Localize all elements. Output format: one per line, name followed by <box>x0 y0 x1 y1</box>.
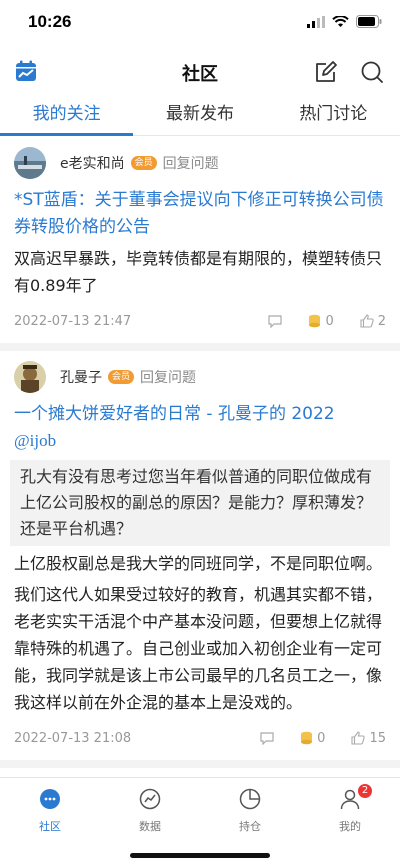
tabbar-label: 社区 <box>39 820 61 833</box>
post-action: 回复问题 <box>162 156 219 172</box>
post-action: 回复问题 <box>140 370 197 386</box>
tab-latest[interactable]: 最新发布 <box>133 94 266 135</box>
post-title[interactable]: *ST蓝盾：关于董事会提议向下修正可转换公司债券转股价格的公告 <box>14 187 386 241</box>
post-date: 2022-07-13 21:08 <box>14 730 132 746</box>
status-time: 10:26 <box>28 12 72 31</box>
post-body[interactable]: 我们这代人如果受过较好的教育，机遇其实都不错，老老实实干活混个中产基本没问题，但… <box>14 581 386 716</box>
post-header: 孔曼子 会员 回复问题 <box>14 351 386 399</box>
post-header: e老实和尚 会员 回复问题 <box>14 137 386 185</box>
tab-hot[interactable]: 热门讨论 <box>267 94 400 135</box>
mention-link[interactable]: @ijob <box>14 428 386 454</box>
comment-button[interactable] <box>268 314 283 328</box>
comment-icon <box>268 314 283 328</box>
like-button[interactable]: 15 <box>351 731 386 746</box>
quoted-question[interactable]: 孔大有没有思考过您当年看似普通的同职位做成有上亿公司股权的副总的原因？是能力？厚… <box>10 460 390 546</box>
tabbar-profile[interactable]: 2 我的 <box>300 778 400 866</box>
home-indicator <box>130 853 270 858</box>
like-count: 2 <box>377 313 386 329</box>
member-badge: 会员 <box>108 370 135 384</box>
coin-stack-icon <box>301 731 313 745</box>
like-button[interactable]: 2 <box>360 314 386 329</box>
edit-icon[interactable] <box>314 60 338 84</box>
chart-trend-icon <box>139 788 161 810</box>
coin-button[interactable]: 0 <box>308 313 334 329</box>
wifi-icon <box>332 15 349 27</box>
coin-stack-icon <box>309 314 321 328</box>
coin-count: 0 <box>325 313 334 329</box>
post-card[interactable]: e老实和尚 会员 回复问题 *ST蓝盾：关于董事会提议向下修正可转换公司债券转股… <box>0 137 400 351</box>
cellular-signal-icon <box>307 15 325 28</box>
coin-button[interactable]: 0 <box>300 731 325 746</box>
post-body[interactable]: 上亿股权副总是我大学的同班同学，不是同职位啊。 <box>14 550 386 577</box>
post-footer: 2022-07-13 21:08 0 15 <box>14 716 386 760</box>
status-bar: 10:26 <box>0 0 400 50</box>
notification-badge: 2 <box>358 784 372 798</box>
nav-bar: 社区 <box>0 50 400 94</box>
pie-chart-icon <box>239 788 261 810</box>
feed-list: e老实和尚 会员 回复问题 *ST蓝盾：关于董事会提议向下修正可转换公司债券转股… <box>0 137 400 777</box>
like-count: 15 <box>369 730 386 746</box>
comment-button[interactable] <box>260 731 274 745</box>
status-icons <box>307 15 382 28</box>
tabbar-label: 数据 <box>139 820 161 833</box>
avatar[interactable] <box>14 361 46 393</box>
thumbs-up-icon <box>351 731 366 745</box>
coin-count: 0 <box>317 730 326 746</box>
battery-icon <box>356 15 382 28</box>
thumbs-up-icon <box>360 314 374 328</box>
chat-bubble-icon <box>40 789 60 809</box>
post-body[interactable]: 双高迟早暴跌，毕竟转债都是有期限的，模塑转债只有0.89年了 <box>14 245 386 299</box>
search-icon[interactable] <box>360 60 384 84</box>
feed-tabs: 我的关注 最新发布 热门讨论 <box>0 94 400 136</box>
author-name[interactable]: 孔曼子 <box>60 367 102 387</box>
page-title: 社区 <box>182 64 218 85</box>
post-date: 2022-07-13 21:47 <box>14 313 132 329</box>
tabbar-community[interactable]: 社区 <box>0 778 100 866</box>
comment-icon <box>260 731 274 745</box>
tabbar-label: 持仓 <box>239 820 261 833</box>
post-card[interactable]: 孔曼子 会员 回复问题 一个摊大饼爱好者的日常 - 孔曼子的 2022 @ijo… <box>0 351 400 768</box>
member-badge: 会员 <box>130 156 157 170</box>
author-name[interactable]: e老实和尚 <box>60 153 125 173</box>
tabbar-label: 我的 <box>339 820 361 833</box>
post-title[interactable]: 一个摊大饼爱好者的日常 - 孔曼子的 2022 <box>14 401 386 428</box>
post-footer: 2022-07-13 21:47 0 2 <box>14 299 386 343</box>
tab-following[interactable]: 我的关注 <box>0 94 134 136</box>
avatar[interactable] <box>14 147 46 179</box>
